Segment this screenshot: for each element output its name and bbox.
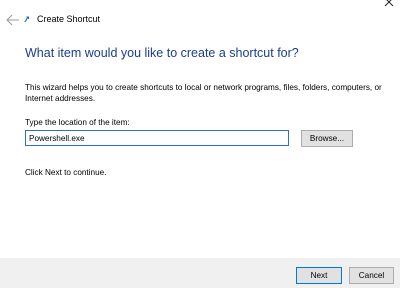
continue-hint: Click Next to continue.	[25, 168, 107, 177]
location-input[interactable]	[25, 130, 289, 146]
create-shortcut-dialog: Create Shortcut What item would you like…	[0, 0, 400, 288]
page-heading: What item would you like to create a sho…	[25, 46, 299, 60]
close-icon[interactable]	[384, 0, 394, 7]
shortcut-icon	[24, 15, 30, 23]
back-arrow-icon[interactable]	[6, 14, 20, 26]
browse-button[interactable]: Browse...	[301, 130, 353, 147]
location-label: Type the location of the item:	[25, 118, 130, 127]
button-footer: Next Cancel	[0, 258, 400, 288]
cancel-button[interactable]: Cancel	[349, 267, 394, 284]
wizard-description: This wizard helps you to create shortcut…	[25, 83, 382, 103]
window-title: Create Shortcut	[37, 14, 101, 24]
title-bar: Create Shortcut	[0, 0, 400, 40]
next-button[interactable]: Next	[296, 267, 342, 284]
